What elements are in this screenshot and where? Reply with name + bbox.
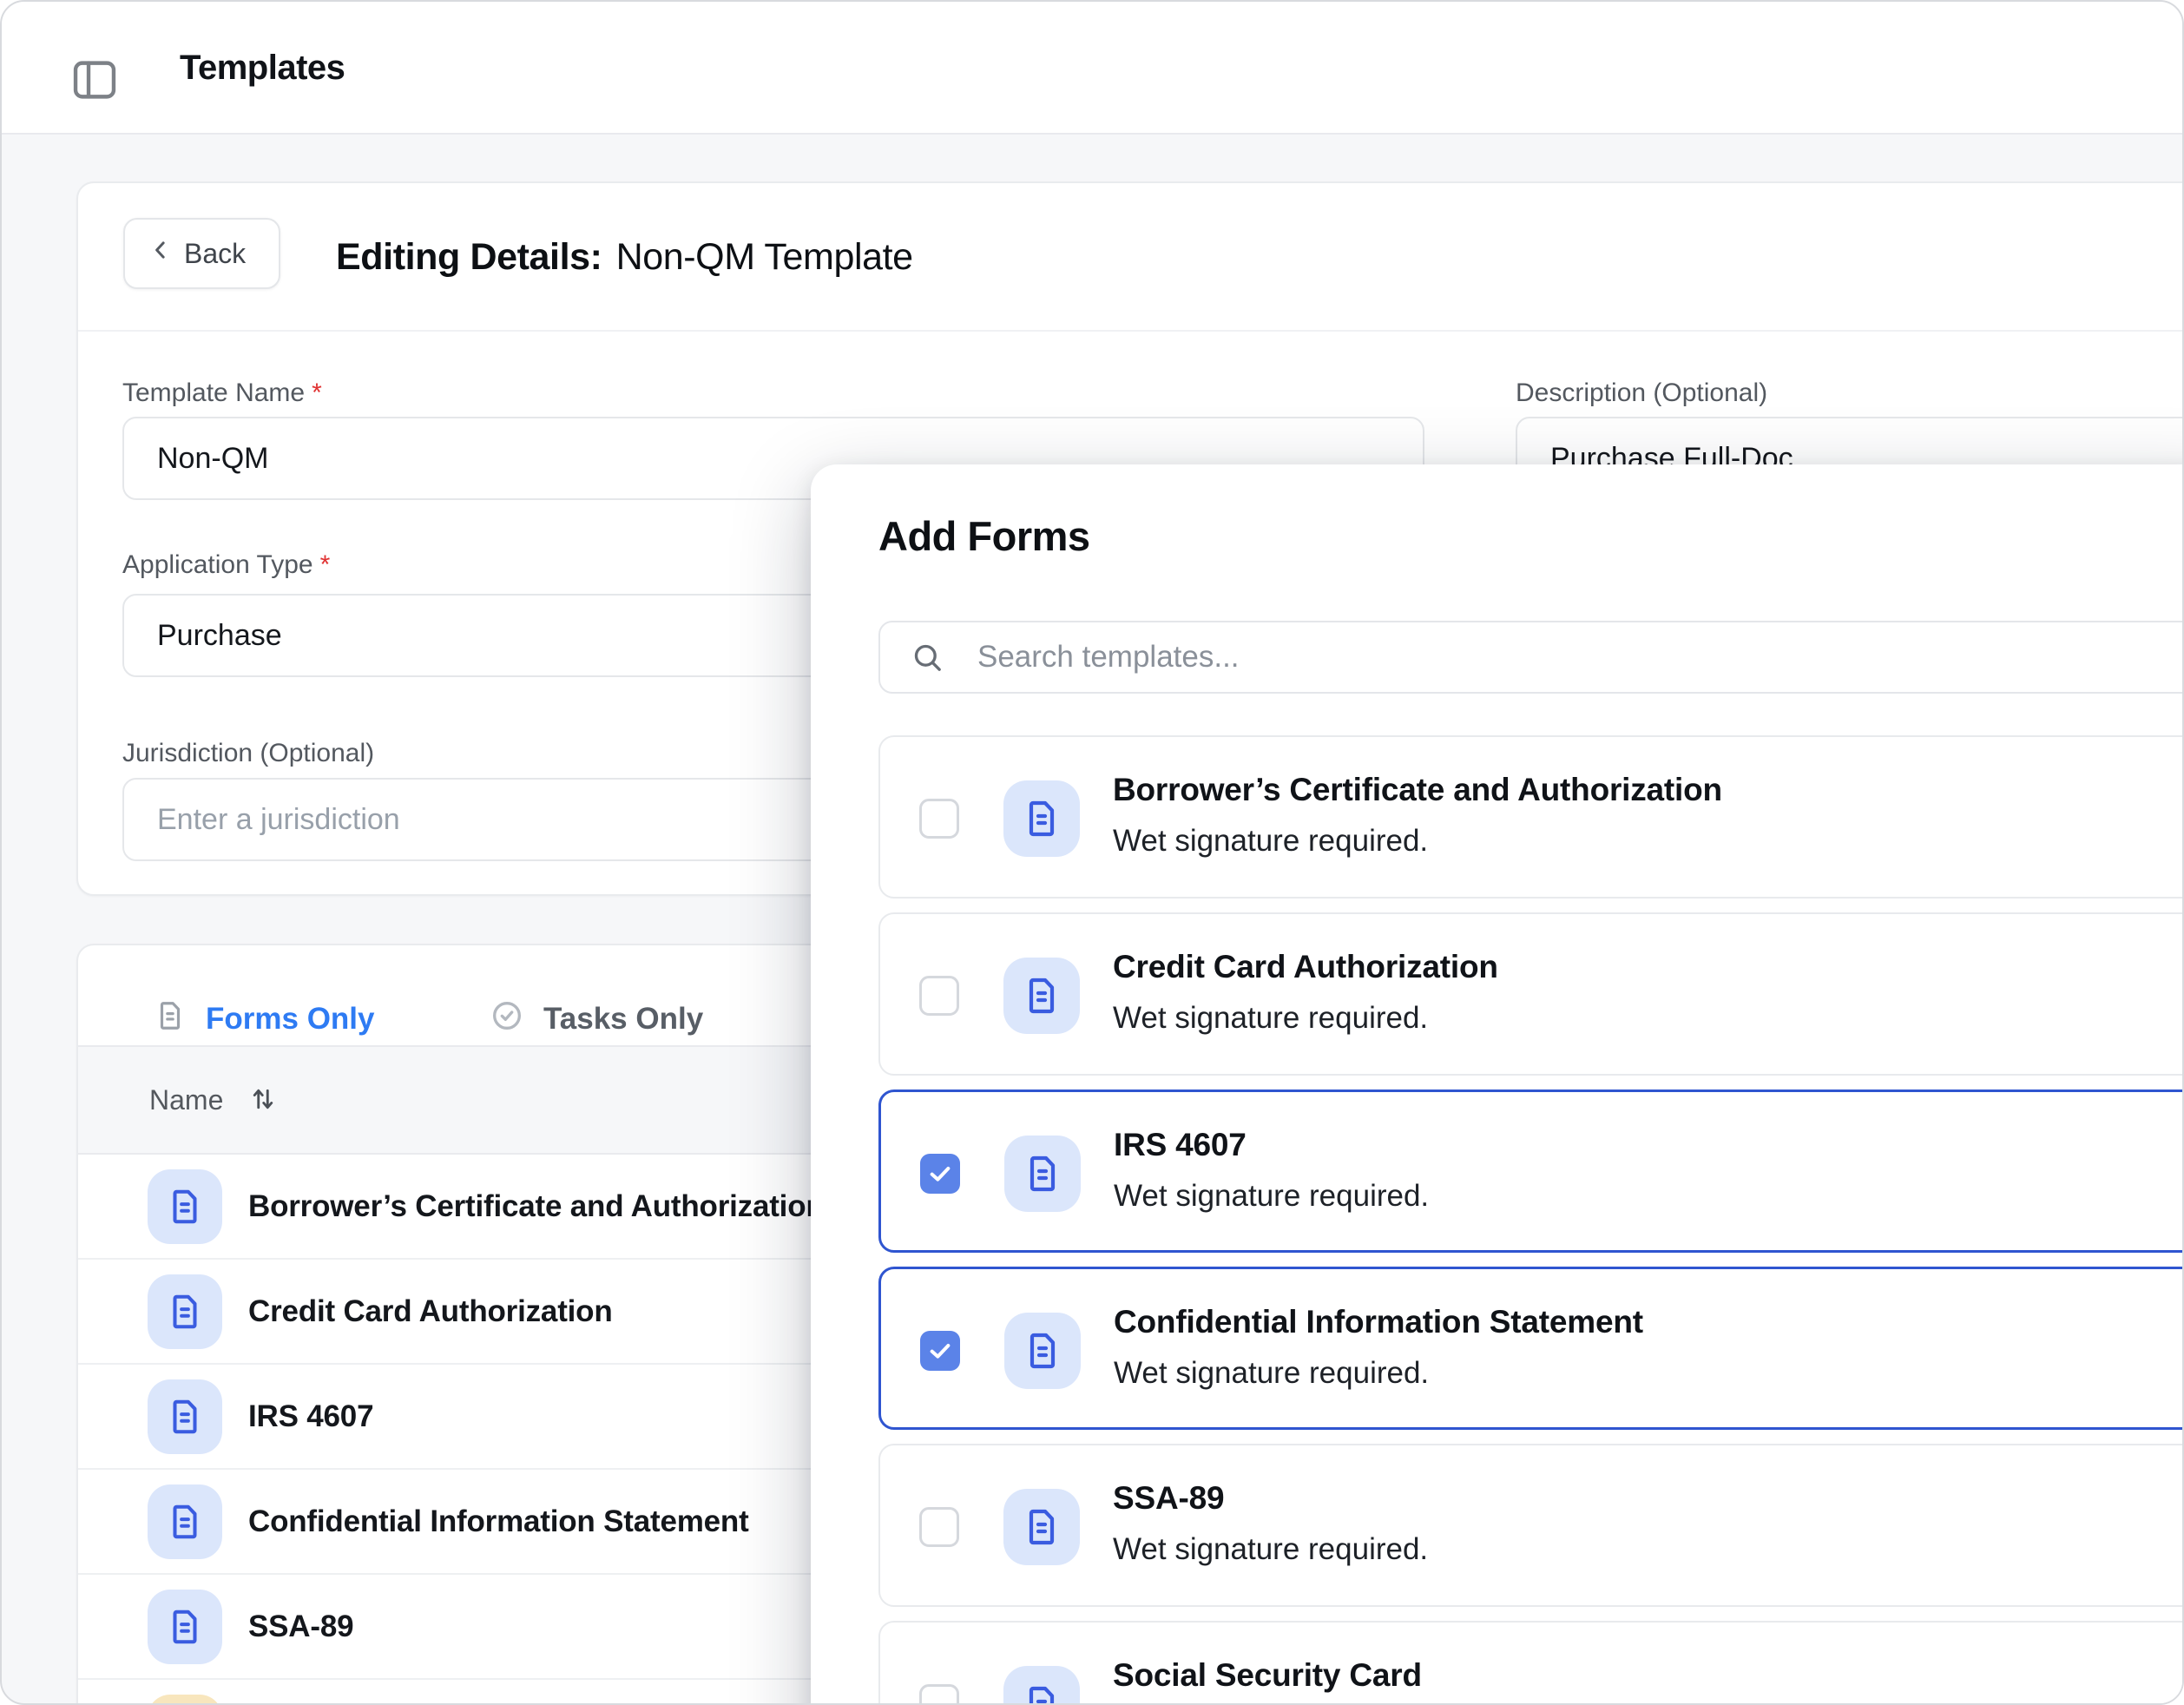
editor-title: Editing Details: Non-QM Template	[336, 183, 913, 332]
sort-button[interactable]	[247, 1083, 279, 1117]
search-templates-input[interactable]	[878, 621, 2184, 694]
document-icon	[148, 1169, 222, 1244]
back-button[interactable]: Back	[123, 218, 280, 289]
form-option-title: Confidential Information Statement	[1114, 1304, 1643, 1340]
table-row-name: Credit Card Authorization	[248, 1294, 613, 1329]
document-icon	[1004, 1136, 1081, 1212]
circle-check-icon	[490, 998, 524, 1041]
form-option-card[interactable]: IRS 4607 Wet signature required.	[878, 1089, 2184, 1253]
sort-arrows-icon	[247, 1083, 279, 1117]
table-row-name: SSA-89	[248, 1610, 353, 1644]
form-checkbox[interactable]	[920, 1154, 960, 1194]
form-option-title: SSA-89	[1113, 1480, 1224, 1517]
form-checkbox[interactable]	[919, 1684, 959, 1705]
panel-left-icon	[68, 96, 122, 109]
form-checkbox[interactable]	[919, 976, 959, 1016]
editor-title-prefix: Editing Details:	[336, 236, 602, 279]
document-icon	[148, 1274, 222, 1349]
table-row-name: Borrower’s Certificate and Authorization	[248, 1189, 825, 1224]
template-name-label: Template Name*	[122, 379, 322, 408]
form-option-subtitle: Wet signature required.	[1114, 1179, 1429, 1214]
form-option-subtitle: Wet signature required.	[1113, 1001, 1428, 1036]
document-icon	[148, 1484, 222, 1559]
document-icon	[1004, 1313, 1081, 1389]
jurisdiction-label: Jurisdiction (Optional)	[122, 739, 374, 768]
form-option-subtitle: Wet signature required.	[1113, 824, 1428, 859]
form-checkbox[interactable]	[919, 1507, 959, 1547]
table-row-name: IRS 4607	[248, 1399, 373, 1434]
document-icon	[148, 1590, 222, 1664]
name-column-header: Name	[149, 1084, 223, 1116]
document-icon	[1003, 1489, 1080, 1565]
sidebar-toggle-button[interactable]	[68, 53, 122, 107]
tab-tasks-only-label: Tasks Only	[543, 1002, 703, 1037]
form-option-title: Borrower’s Certificate and Authorization	[1113, 772, 1722, 808]
tab-forms-only-label: Forms Only	[206, 1002, 374, 1037]
form-option-card[interactable]: Social Security Card	[878, 1621, 2184, 1705]
form-option-title: Social Security Card	[1113, 1657, 1422, 1694]
description-label: Description (Optional)	[1516, 379, 1767, 408]
document-icon	[148, 1379, 222, 1454]
form-option-subtitle: Wet signature required.	[1114, 1356, 1429, 1391]
form-checkbox[interactable]	[920, 1331, 960, 1371]
document-icon	[154, 999, 187, 1040]
document-icon	[1003, 1666, 1080, 1705]
editor-header: Back Editing Details: Non-QM Template	[78, 183, 2184, 332]
back-button-label: Back	[184, 238, 246, 270]
form-option-card[interactable]: SSA-89 Wet signature required.	[878, 1444, 2184, 1607]
form-checkbox[interactable]	[919, 799, 959, 839]
modal-title: Add Forms	[878, 512, 1090, 560]
add-forms-modal: Add Forms Borrower’s Certificate	[811, 464, 2184, 1705]
search-box	[878, 621, 2184, 694]
form-option-card[interactable]: Borrower’s Certificate and Authorization…	[878, 735, 2184, 899]
task-yellow-icon	[148, 1695, 222, 1705]
page-title: Templates	[180, 2, 345, 135]
chevron-left-icon	[148, 237, 174, 270]
table-row-name: Confidential Information Statement	[248, 1504, 749, 1539]
application-type-label: Application Type*	[122, 550, 330, 580]
form-option-card[interactable]: Confidential Information Statement Wet s…	[878, 1267, 2184, 1430]
form-option-card[interactable]: Credit Card Authorization Wet signature …	[878, 912, 2184, 1076]
form-option-title: IRS 4607	[1114, 1127, 1247, 1163]
form-option-subtitle: Wet signature required.	[1113, 1532, 1428, 1567]
document-icon	[1003, 958, 1080, 1034]
required-asterisk: *	[320, 550, 331, 579]
required-asterisk: *	[312, 379, 322, 407]
document-icon	[1003, 780, 1080, 857]
form-option-title: Credit Card Authorization	[1113, 949, 1498, 985]
top-bar: Templates	[2, 2, 2182, 135]
app-window: Templates Back Editing Details: Non-QM T…	[0, 0, 2184, 1705]
editor-title-template-name: Non-QM Template	[616, 236, 913, 279]
form-options-list: Borrower’s Certificate and Authorization…	[878, 735, 2184, 1705]
